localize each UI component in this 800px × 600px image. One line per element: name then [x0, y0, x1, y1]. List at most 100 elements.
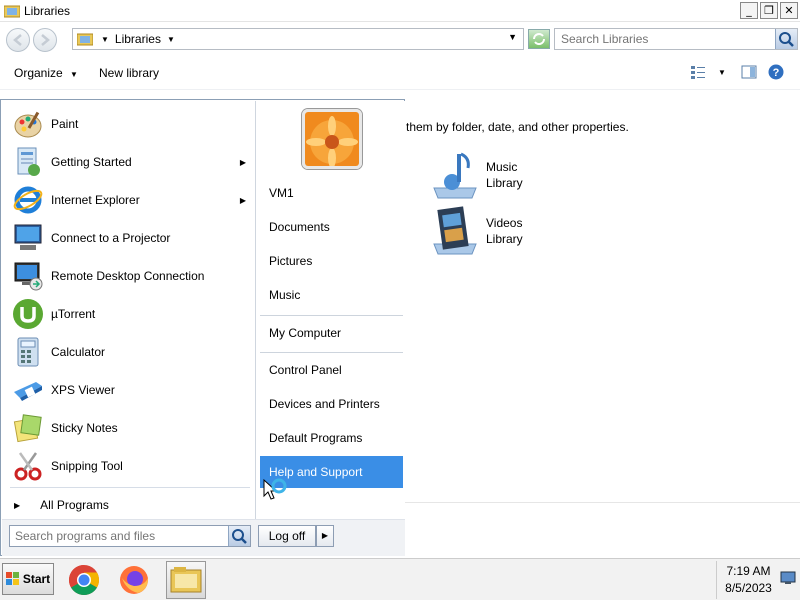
- chevron-right-icon: ▶: [14, 500, 21, 510]
- library-item-videos[interactable]: Videos Library: [430, 206, 523, 256]
- taskbar: Start 7:19 AM 8/5/2023: [0, 558, 800, 600]
- log-off-button[interactable]: Log off: [258, 525, 316, 547]
- utorrent-icon: [13, 299, 43, 329]
- forward-button[interactable]: [33, 28, 57, 52]
- address-history-dropdown[interactable]: ▼: [508, 32, 517, 42]
- program-paint[interactable]: Paint: [2, 105, 254, 143]
- start-menu-footer: Log off ▶: [2, 519, 405, 556]
- window-title: Libraries: [24, 3, 71, 18]
- film-icon: [433, 206, 477, 255]
- library-music-sub: Library: [486, 176, 523, 190]
- address-bar-row: ▼ Libraries ▼ ▼: [0, 22, 800, 56]
- projector-icon: [14, 224, 42, 250]
- place-control-panel[interactable]: Control Panel: [260, 354, 403, 386]
- chevron-down-icon: ▼: [70, 70, 78, 79]
- program-label: Snipping Tool: [51, 459, 123, 473]
- back-button[interactable]: [6, 28, 30, 52]
- music-note-icon: [433, 152, 477, 199]
- start-label: Start: [22, 572, 51, 586]
- library-item-music[interactable]: Music Library: [430, 150, 523, 200]
- taskbar-firefox[interactable]: [114, 561, 154, 599]
- search-libraries-input[interactable]: [561, 32, 771, 46]
- program-label: XPS Viewer: [51, 383, 115, 397]
- organize-menu[interactable]: Organize ▼: [14, 66, 78, 80]
- places-separator: [260, 352, 403, 353]
- flower-avatar-icon: [305, 112, 359, 166]
- search-icon: [232, 529, 247, 544]
- program-utorrent[interactable]: µTorrent: [2, 295, 254, 333]
- svg-text:?: ?: [773, 67, 780, 79]
- search-button[interactable]: [775, 29, 797, 49]
- show-desktop-icon[interactable]: [780, 571, 796, 585]
- place-documents[interactable]: Documents: [260, 211, 403, 243]
- search-programs-input[interactable]: [15, 529, 225, 543]
- crumb-separator-icon[interactable]: ▼: [101, 35, 109, 44]
- start-button[interactable]: Start: [2, 563, 54, 595]
- libraries-description: them by folder, date, and other properti…: [406, 120, 629, 134]
- minimize-button[interactable]: _: [740, 2, 758, 19]
- place-user-folder[interactable]: VM1: [260, 177, 403, 209]
- program-calculator[interactable]: Calculator: [2, 333, 254, 371]
- place-music[interactable]: Music: [260, 279, 403, 311]
- search-icon: [779, 32, 794, 47]
- place-pictures[interactable]: Pictures: [260, 245, 403, 277]
- submenu-arrow-icon[interactable]: ▶: [240, 158, 246, 167]
- xps-viewer-icon: [14, 382, 42, 401]
- address-field[interactable]: ▼ Libraries ▼ ▼: [72, 28, 524, 50]
- close-button[interactable]: ✕: [780, 2, 798, 19]
- maximize-button[interactable]: ❐: [760, 2, 778, 19]
- submenu-arrow-icon[interactable]: ▶: [240, 196, 246, 205]
- program-label: µTorrent: [51, 307, 96, 321]
- libraries-icon: [77, 33, 93, 46]
- libraries-folder-icon: [4, 5, 20, 17]
- program-label: Paint: [51, 117, 79, 131]
- program-label: Connect to a Projector: [51, 231, 171, 245]
- library-music-name: Music: [486, 160, 518, 174]
- place-my-computer[interactable]: My Computer: [260, 317, 403, 349]
- place-default-programs[interactable]: Default Programs: [260, 422, 403, 454]
- places-separator: [260, 315, 403, 316]
- place-devices-printers[interactable]: Devices and Printers: [260, 388, 403, 420]
- taskbar-chrome[interactable]: [64, 561, 104, 599]
- program-label: Sticky Notes: [51, 421, 118, 435]
- program-snipping-tool[interactable]: Snipping Tool: [2, 447, 254, 485]
- help-icon[interactable]: ?: [768, 64, 784, 80]
- preview-pane-icon[interactable]: [741, 64, 757, 80]
- paint-palette-icon: [14, 111, 42, 138]
- busy-cursor-icon: [263, 478, 287, 500]
- clock-time: 7:19 AM: [726, 564, 771, 578]
- taskbar-explorer[interactable]: [166, 561, 206, 599]
- getting-started-icon: [17, 147, 40, 176]
- sticky-notes-icon: [13, 414, 42, 443]
- calculator-icon: [17, 337, 39, 367]
- scissors-icon: [14, 452, 42, 481]
- breadcrumb-libraries[interactable]: Libraries: [115, 32, 161, 46]
- search-programs-box[interactable]: [9, 525, 251, 547]
- back-arrow-icon: [13, 34, 22, 46]
- new-library-button[interactable]: New library: [99, 66, 159, 80]
- program-getting-started[interactable]: Getting Started ▶: [2, 143, 254, 181]
- shutdown-options-arrow[interactable]: ▶: [316, 525, 334, 547]
- refresh-icon: [533, 33, 545, 45]
- library-videos-sub: Library: [486, 232, 523, 246]
- program-xps-viewer[interactable]: XPS Viewer: [2, 371, 254, 409]
- all-programs-button[interactable]: ▶ All Programs: [2, 493, 254, 517]
- program-internet-explorer[interactable]: Internet Explorer ▶: [2, 181, 254, 219]
- crumb-dropdown-icon[interactable]: ▼: [167, 35, 175, 44]
- system-clock[interactable]: 7:19 AM 8/5/2023: [716, 561, 780, 599]
- refresh-button[interactable]: [528, 29, 550, 49]
- program-sticky-notes[interactable]: Sticky Notes: [2, 409, 254, 447]
- organize-label: Organize: [14, 66, 63, 80]
- view-options-dropdown[interactable]: ▼: [718, 68, 726, 77]
- user-picture[interactable]: [302, 109, 362, 169]
- program-label: Getting Started: [51, 155, 132, 169]
- program-remote-desktop[interactable]: Remote Desktop Connection: [2, 257, 254, 295]
- program-connect-projector[interactable]: Connect to a Projector: [2, 219, 254, 257]
- remote-desktop-icon: [14, 262, 43, 291]
- windows-logo-icon: [5, 572, 19, 585]
- internet-explorer-icon: [13, 186, 43, 214]
- search-libraries-box[interactable]: [554, 28, 798, 50]
- search-programs-button[interactable]: [228, 526, 250, 546]
- change-view-icon[interactable]: [690, 64, 706, 80]
- command-bar: Organize ▼ New library ▼ ?: [0, 56, 800, 90]
